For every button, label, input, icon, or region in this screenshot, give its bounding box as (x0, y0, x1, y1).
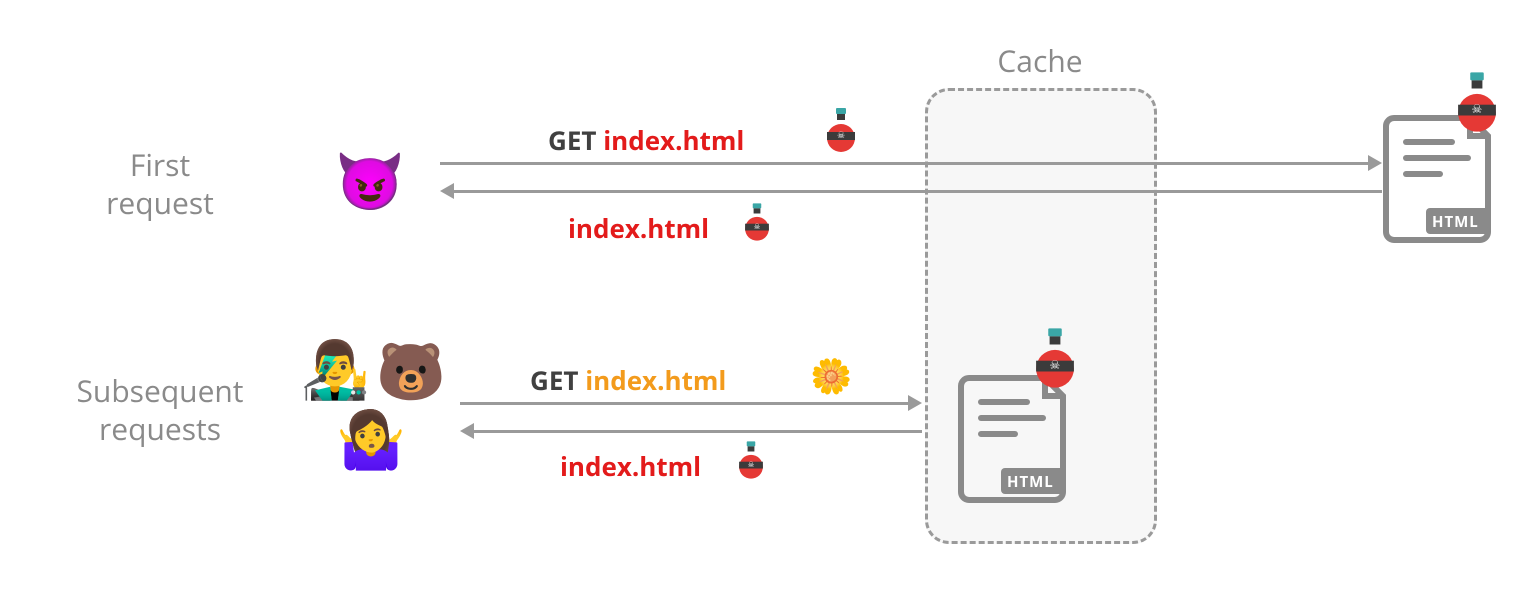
svg-text:☠: ☠ (754, 222, 761, 231)
subsequent-request-method: GET (530, 362, 578, 398)
subsequent-request-arrowhead (908, 395, 922, 411)
svg-text:☠: ☠ (748, 460, 755, 469)
poison-flask-icon-cache: ☠ (1032, 328, 1078, 387)
first-response-text: index.html (568, 210, 709, 246)
subsequent-request-file: index.html (585, 362, 726, 398)
subsequent-response-arrowhead (460, 423, 474, 439)
subsequent-response-file: index.html (560, 448, 701, 484)
diagram-stage: Cache First request Subsequent requests … (0, 0, 1522, 594)
poison-flask-icon-response2: ☠ (737, 441, 766, 478)
svg-text:☠: ☠ (1472, 102, 1483, 116)
poison-flask-icon: ☠ (824, 108, 858, 152)
first-request-line2: request (106, 182, 214, 223)
server-file-badge: HTML (1432, 212, 1479, 232)
svg-text:☠: ☠ (837, 130, 845, 140)
flower-emoji: 🌼 (810, 358, 852, 392)
first-request-label: First request (60, 146, 260, 221)
subsequent-request-text: GET index.html (530, 362, 726, 398)
subsequent-request-arrow (460, 402, 910, 405)
subsequent-line1: Subsequent (76, 370, 243, 411)
first-request-line1: First (130, 144, 190, 185)
first-response-file: index.html (568, 210, 709, 246)
poison-flask-icon-response1: ☠ (743, 203, 772, 240)
first-response-arrowhead (440, 183, 454, 199)
subsequent-response-arrow (474, 430, 922, 433)
svg-text:☠: ☠ (1050, 358, 1061, 372)
cache-label: Cache (970, 42, 1110, 80)
devil-emoji: 😈 (335, 152, 405, 208)
first-request-text: GET index.html (548, 122, 744, 158)
cached-file-badge: HTML (1007, 472, 1054, 492)
subsequent-response-text: index.html (560, 448, 701, 484)
first-response-arrow (454, 190, 1382, 193)
first-request-method: GET (548, 122, 596, 158)
subsequent-line2: requests (99, 408, 221, 449)
singer-emoji: 👨‍🎤 (300, 340, 370, 396)
bear-emoji: 🐻 (376, 342, 446, 398)
first-request-arrow (440, 162, 1370, 165)
first-request-file: index.html (603, 122, 744, 158)
subsequent-requests-label: Subsequent requests (40, 372, 280, 447)
shrug-emoji: 🤷‍♀️ (336, 410, 406, 466)
poison-flask-icon-server: ☠ (1454, 72, 1500, 131)
